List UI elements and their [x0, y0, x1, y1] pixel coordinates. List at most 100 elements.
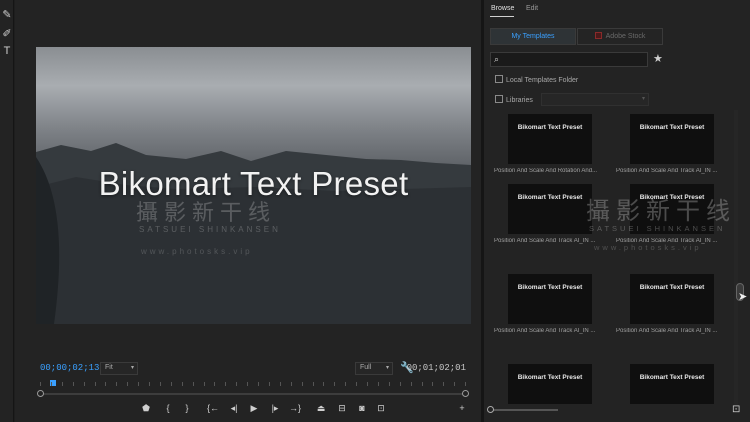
- scroll-handle-left[interactable]: [37, 390, 44, 397]
- watermark-cn: 攝影新干线: [136, 201, 277, 226]
- star-icon[interactable]: ★: [653, 52, 663, 65]
- local-templates-checkbox[interactable]: Local Templates Folder: [495, 75, 578, 84]
- template-thumbnail[interactable]: Bikomart Text Preset: [630, 114, 714, 164]
- current-timecode[interactable]: 00;00;02;13: [40, 363, 99, 373]
- chevron-down-icon: ▾: [130, 365, 134, 371]
- template-caption: Position And Scale And Track AI_IN ...: [616, 328, 718, 334]
- ruler-tick: [105, 382, 107, 386]
- mark-out-button[interactable]: }: [180, 403, 194, 413]
- step-back-button[interactable]: ◂|: [227, 403, 241, 414]
- ruler-tick: [432, 382, 434, 386]
- ruler-tick: [465, 382, 467, 386]
- time-ruler[interactable]: [40, 380, 467, 390]
- active-tab-indicator: [490, 16, 514, 17]
- zoom-select-value: Fit: [105, 364, 113, 371]
- premiere-workspace: ✎ ✐ T Bikomart Text Preset 攝影新干线 SATSUEI…: [0, 0, 750, 422]
- program-monitor: Bikomart Text Preset 攝影新干线 SATSUEI SHINK…: [15, 0, 481, 422]
- ruler-tick: [421, 382, 423, 386]
- duration-timecode: 00;01;02;01: [406, 363, 466, 373]
- ruler-tick: [149, 382, 150, 386]
- ruler-tick: [72, 382, 74, 386]
- ruler-tick: [192, 382, 194, 386]
- add-button[interactable]: +: [455, 403, 469, 413]
- add-marker-button[interactable]: ⬟: [139, 403, 153, 414]
- compare-view-button[interactable]: ⊡: [374, 403, 388, 414]
- checkbox-icon: [495, 75, 503, 83]
- mark-in-button[interactable]: {: [161, 403, 175, 413]
- new-layer-icon[interactable]: ⊡: [732, 404, 740, 415]
- my-templates-button[interactable]: My Templates: [490, 28, 576, 45]
- thumbnail-size-slider[interactable]: [487, 406, 558, 413]
- libraries-dropdown[interactable]: ▾: [541, 93, 649, 106]
- template-name: Bikomart Text Preset: [517, 194, 583, 201]
- step-forward-button[interactable]: |▸: [268, 403, 282, 414]
- ruler-tick: [258, 382, 259, 386]
- resolution-select[interactable]: Full ▾: [355, 362, 393, 375]
- ruler-tick: [454, 382, 456, 386]
- plus-icon: +: [459, 403, 465, 413]
- template-thumbnail[interactable]: Bikomart Text Preset: [508, 114, 592, 164]
- ruler-tick: [290, 382, 292, 386]
- export-frame-button[interactable]: ◙: [355, 403, 369, 413]
- search-input[interactable]: ⌕: [490, 52, 648, 67]
- pencil-icon[interactable]: ✐: [0, 27, 14, 41]
- slider-knob[interactable]: [487, 406, 494, 413]
- lift-button[interactable]: ⏏: [314, 403, 328, 414]
- compare-icon: ⊡: [377, 403, 385, 413]
- template-thumbnail[interactable]: Bikomart Text Preset: [508, 184, 592, 234]
- libraries-checkbox[interactable]: Libraries: [495, 95, 533, 104]
- template-caption: Position And Scale And Track AI_IN ...: [616, 168, 718, 174]
- libraries-label: Libraries: [506, 97, 533, 104]
- template-thumbnail[interactable]: Bikomart Text Preset: [508, 274, 592, 324]
- ruler-tick: [40, 382, 41, 386]
- ruler-tick: [61, 382, 63, 386]
- ruler-tick: [170, 382, 172, 386]
- ruler-tick: [410, 382, 412, 386]
- ruler-tick: [388, 382, 390, 386]
- chevron-down-icon: ▾: [641, 96, 645, 102]
- panel-scrollbar[interactable]: [734, 110, 738, 410]
- ruler-tick: [83, 382, 85, 386]
- ruler-tick: [116, 382, 118, 386]
- zoom-scroll-bar[interactable]: [37, 390, 469, 397]
- go-to-out-button[interactable]: →}: [288, 403, 302, 413]
- local-templates-label: Local Templates Folder: [506, 77, 579, 84]
- ruler-tick: [345, 382, 347, 386]
- ruler-tick: [236, 382, 238, 386]
- play-button[interactable]: ▶: [247, 403, 261, 414]
- template-caption: Position And Scale And Track AI_IN ...: [494, 238, 596, 244]
- ruler-tick: [301, 382, 303, 386]
- ruler-tick: [443, 382, 445, 386]
- adobe-stock-button[interactable]: Adobe Stock: [577, 28, 663, 45]
- video-frame[interactable]: Bikomart Text Preset 攝影新干线 SATSUEI SHINK…: [36, 47, 471, 324]
- transport-controls: ⬟ {} {← ◂| ▶ |▸ →} ⏏ ⊟ ◙ ⊡ +: [15, 403, 481, 417]
- template-name: Bikomart Text Preset: [639, 284, 705, 291]
- lift-icon: ⏏: [316, 403, 326, 413]
- go-to-in-button[interactable]: {←: [206, 403, 220, 413]
- zoom-select[interactable]: Fit ▾: [100, 362, 138, 375]
- template-thumbnail[interactable]: Bikomart Text Preset: [508, 364, 592, 404]
- mark-in-icon: {: [166, 403, 170, 413]
- template-thumbnail[interactable]: Bikomart Text Preset: [630, 274, 714, 324]
- ruler-tick: [279, 382, 281, 386]
- tab-browse[interactable]: Browse: [491, 5, 514, 12]
- template-thumbnail[interactable]: Bikomart Text Preset: [630, 364, 714, 404]
- template-name: Bikomart Text Preset: [639, 374, 705, 381]
- tools-panel: ✎ ✐ T: [0, 0, 14, 422]
- go-to-in-icon: {←: [206, 403, 219, 413]
- extract-button[interactable]: ⊟: [335, 403, 349, 414]
- tab-edit[interactable]: Edit: [526, 5, 538, 12]
- template-caption: Position And Scale And Track AI_IN ...: [494, 328, 596, 334]
- pen-icon[interactable]: ✎: [0, 8, 14, 22]
- ruler-tick: [50, 382, 52, 386]
- marker-icon: ⬟: [142, 403, 150, 413]
- extract-icon: ⊟: [338, 403, 346, 413]
- watermark-en: SATSUEI SHINKANSEN: [139, 225, 281, 234]
- type-tool-icon[interactable]: T: [0, 44, 14, 58]
- adobe-stock-label: Adobe Stock: [605, 33, 646, 40]
- scroll-handle-right[interactable]: [462, 390, 469, 397]
- template-name: Bikomart Text Preset: [517, 374, 583, 381]
- play-icon: ▶: [250, 403, 258, 413]
- watermark-en: SATSUEI SHINKANSEN: [589, 224, 726, 233]
- ruler-tick: [334, 382, 336, 386]
